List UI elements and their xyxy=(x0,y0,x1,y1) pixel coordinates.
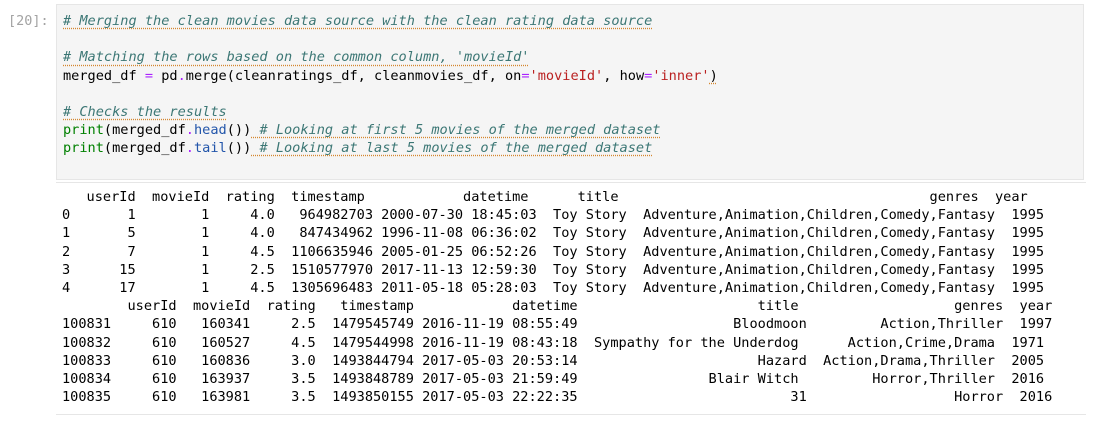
code-token: ()) xyxy=(226,140,252,157)
output-text: userId movieId rating timestamp datetime… xyxy=(62,188,1052,406)
code-token: # Looking at last 5 movies of the merged… xyxy=(251,140,653,157)
code-token: # Looking at first 5 movies of the merge… xyxy=(251,122,661,139)
code-token: = xyxy=(144,67,154,84)
code-token: . xyxy=(185,122,194,139)
code-token: (merged_df xyxy=(103,122,186,139)
output-line: 100832 610 160527 4.5 1479544998 2016-11… xyxy=(62,334,1045,351)
output-line: 4 17 1 4.5 1305696483 2011-05-18 05:28:0… xyxy=(62,279,1045,296)
code-token: (merged_df xyxy=(103,140,186,157)
code-token: merge(cleanratings_df, cleanmovies_df, o… xyxy=(185,67,522,84)
code-token: print xyxy=(63,140,104,157)
code-line[interactable]: # Matching the rows based on the common … xyxy=(63,48,718,66)
code-line[interactable]: # Checks the results xyxy=(63,103,718,121)
code-line[interactable] xyxy=(63,85,718,103)
code-token: pd xyxy=(153,67,178,84)
code-line[interactable]: merged_df = pd.merge(cleanratings_df, cl… xyxy=(63,67,718,85)
notebook-code-cell[interactable]: [20]: # Merging the clean movies data so… xyxy=(0,0,1094,426)
output-line: 100831 610 160341 2.5 1479545749 2016-11… xyxy=(62,316,1053,333)
code-token: , how xyxy=(603,67,645,84)
code-editor[interactable]: # Merging the clean movies data source w… xyxy=(56,4,1084,180)
output-divider-top xyxy=(56,182,1086,183)
output-divider-bottom xyxy=(56,414,1086,415)
code-token: 'movieId' xyxy=(529,67,604,84)
code-line[interactable]: print(merged_df.head()) # Looking at fir… xyxy=(63,121,718,139)
output-line: 2 7 1 4.5 1106635946 2005-01-25 06:52:26… xyxy=(62,243,1045,260)
code-text[interactable]: # Merging the clean movies data source w… xyxy=(63,12,718,158)
output-line: 3 15 1 2.5 1510577970 2017-11-13 12:59:3… xyxy=(62,261,1045,278)
output-line: 0 1 1 4.0 964982703 2000-07-30 18:45:03 … xyxy=(62,207,1045,224)
output-line: 100835 610 163981 3.5 1493850155 2017-05… xyxy=(62,389,1053,406)
code-token: merged_df xyxy=(63,67,145,84)
output-line: userId movieId rating timestamp datetime… xyxy=(62,298,1053,315)
code-token: . xyxy=(177,67,186,84)
code-token: ()) xyxy=(226,122,252,139)
code-token: # Merging the clean movies data source w… xyxy=(63,13,653,29)
code-token: print xyxy=(63,122,104,139)
code-line[interactable] xyxy=(63,30,718,48)
code-token: . xyxy=(185,140,194,157)
output-line: 100833 610 160836 3.0 1493844794 2017-05… xyxy=(62,352,1045,369)
code-token: 'inner' xyxy=(652,67,710,84)
code-token: # Checks the results xyxy=(63,103,227,120)
code-token: ) xyxy=(709,67,718,84)
output-line: 100834 610 163937 3.5 1493848789 2017-05… xyxy=(62,370,1045,387)
code-line[interactable]: print(merged_df.tail()) # Looking at las… xyxy=(63,139,718,157)
output-line: 1 5 1 4.0 847434962 1996-11-08 06:36:02 … xyxy=(62,225,1045,242)
execution-count-prompt: [20]: xyxy=(8,13,49,29)
output-line: userId movieId rating timestamp datetime… xyxy=(62,189,1028,205)
code-token: # Matching the rows based on the common … xyxy=(63,49,530,66)
code-token: = xyxy=(521,67,530,84)
code-line[interactable]: # Merging the clean movies data source w… xyxy=(63,12,718,30)
code-token: head xyxy=(193,122,227,139)
code-token: tail xyxy=(193,140,227,157)
cell-output: userId movieId rating timestamp datetime… xyxy=(56,182,1086,415)
